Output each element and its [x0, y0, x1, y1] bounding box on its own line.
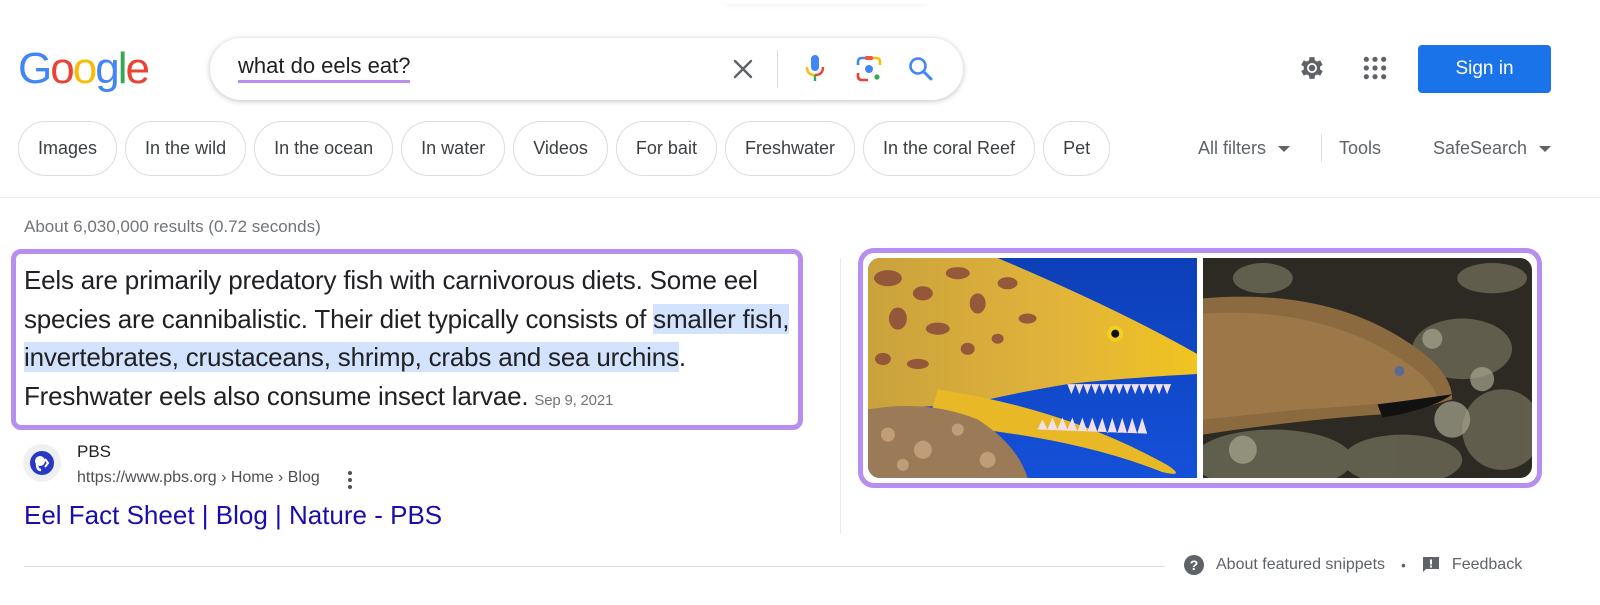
column-divider: [840, 258, 841, 534]
feedback-link[interactable]: Feedback: [1422, 556, 1522, 574]
search-button[interactable]: [903, 50, 939, 88]
filter-chips: Images In the wild In the ocean In water…: [18, 121, 1111, 176]
pbs-favicon: [23, 444, 61, 482]
snippet-images: [858, 248, 1542, 488]
safesearch-dropdown[interactable]: SafeSearch: [1433, 138, 1552, 159]
chip-freshwater[interactable]: Freshwater: [724, 121, 855, 176]
tools-divider: [1321, 134, 1322, 162]
footer-divider: [24, 566, 1165, 567]
logo-letter: o: [72, 44, 98, 93]
svg-text:?: ?: [1190, 557, 1199, 573]
source-name: PBS: [77, 442, 112, 461]
caret-down-icon: [1539, 145, 1552, 152]
pbs-logo-icon: [30, 451, 54, 475]
more-options-button[interactable]: [341, 469, 359, 491]
search-input[interactable]: what do eels eat?: [238, 54, 411, 83]
gear-icon: [1301, 57, 1323, 79]
chip-pet[interactable]: Pet: [1043, 121, 1111, 176]
logo-letter: e: [125, 44, 150, 93]
microphone-icon: [805, 55, 825, 81]
search-divider: [777, 50, 778, 88]
tools-label: Tools: [1339, 138, 1382, 158]
google-logo[interactable]: Google: [18, 44, 150, 94]
settings-button[interactable]: [1292, 48, 1332, 88]
caret-down-icon: [1278, 145, 1291, 152]
snippet-date: Sep 9, 2021: [534, 391, 614, 409]
result-stats: About 6,030,000 results (0.72 seconds): [24, 217, 321, 236]
chip-in-the-ocean[interactable]: In the ocean: [254, 121, 394, 176]
logo-letter: G: [18, 44, 52, 93]
brown-moray-eel-image: [1203, 258, 1532, 478]
all-filters-dropdown[interactable]: All filters: [1198, 138, 1291, 159]
camera-lens-icon: [856, 56, 882, 82]
header-divider: [0, 197, 1600, 198]
clear-button[interactable]: [726, 52, 760, 86]
about-featured-snippets-label: About featured snippets: [1216, 556, 1386, 573]
logo-letter: l: [117, 44, 128, 93]
footer-separator: •: [1401, 557, 1406, 573]
voice-search-button[interactable]: [798, 50, 832, 88]
search-box[interactable]: what do eels eat?: [210, 38, 963, 100]
logo-letter: o: [50, 44, 75, 93]
chip-videos[interactable]: Videos: [513, 121, 608, 176]
apps-grid-icon: [1363, 56, 1387, 80]
more-vert-icon: [348, 471, 352, 489]
result-title-link[interactable]: Eel Fact Sheet | Blog | Nature - PBS: [24, 500, 442, 531]
about-featured-snippets-link[interactable]: ? About featured snippets: [1184, 555, 1385, 575]
all-filters-label: All filters: [1198, 138, 1267, 158]
close-icon: [733, 59, 753, 79]
eel-image-2[interactable]: [1203, 258, 1532, 478]
chip-in-the-coral-reef[interactable]: In the coral Reef: [862, 121, 1036, 176]
help-icon: ?: [1184, 555, 1204, 575]
feedback-icon: [1422, 557, 1439, 572]
chip-in-the-wild[interactable]: In the wild: [125, 121, 247, 176]
yellow-moray-eel-image: [868, 258, 1197, 478]
source-url[interactable]: https://www.pbs.org › Home › Blog: [77, 469, 320, 487]
eel-image-1[interactable]: [868, 258, 1197, 478]
feedback-label: Feedback: [1451, 556, 1523, 573]
chip-for-bait[interactable]: For bait: [615, 121, 717, 176]
search-icon: [909, 57, 933, 81]
chip-images[interactable]: Images: [18, 121, 118, 176]
apps-button[interactable]: [1355, 48, 1395, 88]
logo-letter: g: [95, 44, 120, 93]
tools-button[interactable]: Tools: [1339, 138, 1381, 159]
snippet-footer: ? About featured snippets • Feedback: [1184, 555, 1522, 575]
lens-search-button[interactable]: [850, 50, 888, 88]
snippet-text: Eels are primarily predatory fish with c…: [24, 261, 790, 420]
sign-in-button[interactable]: Sign in: [1418, 45, 1551, 93]
chip-in-water[interactable]: In water: [401, 121, 506, 176]
top-shadow: [725, 0, 925, 4]
safesearch-label: SafeSearch: [1433, 138, 1528, 158]
snippet-text-before: Eels are primarily predatory fish with c…: [24, 265, 758, 334]
featured-snippet: Eels are primarily predatory fish with c…: [11, 249, 803, 430]
